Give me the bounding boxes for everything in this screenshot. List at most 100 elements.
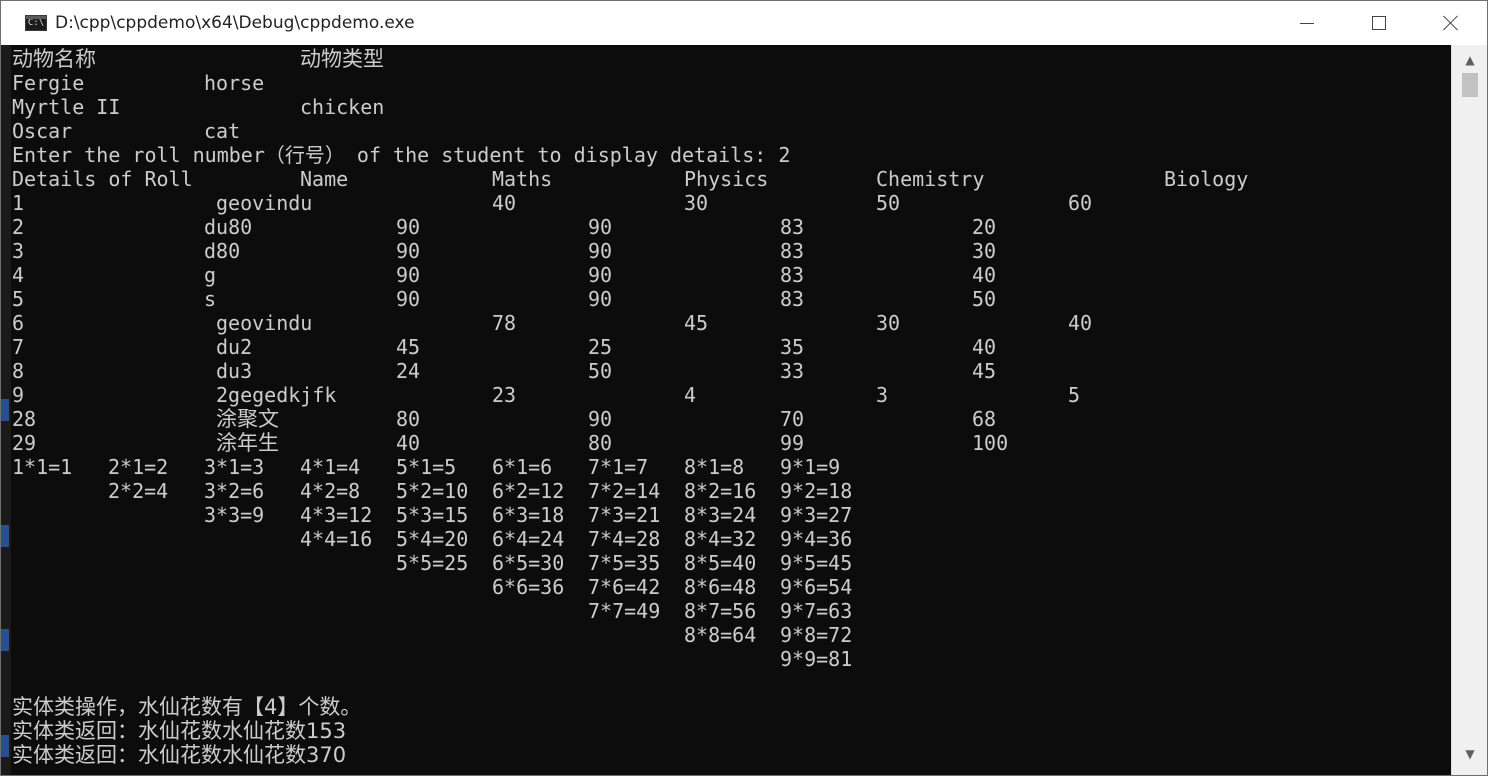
console-window: C:\ D:\cpp\cppdemo\x64\Debug\cppdemo.exe… — [0, 0, 1488, 776]
console-line: 5*5=25 6*5=30 7*5=35 8*5=40 9*5=45 — [1, 551, 1451, 575]
console-text: 9*7=63 — [780, 599, 853, 623]
vertical-scrollbar[interactable]: ▲ ▼ — [1451, 45, 1487, 775]
console-line: Oscar cat — [1, 119, 1451, 143]
console-text: 6*3=18 — [492, 503, 565, 527]
console-text: d80 — [204, 239, 241, 263]
console-text: 90 — [588, 407, 613, 431]
console-text: 9*1=9 — [780, 455, 841, 479]
console-text: du2 — [216, 335, 253, 359]
console-text: horse — [204, 71, 265, 95]
console-line: 4 g 90 90 83 40 — [1, 263, 1451, 287]
console-text: 3*1=3 — [204, 455, 265, 479]
console-line: 1*1=1 2*1=2 3*1=3 4*1=4 5*1=5 6*1=6 7*1=7 8*1=8… — [1, 455, 1451, 479]
console-text: 40 — [396, 431, 421, 455]
console-text: 2gegedkjfk — [216, 383, 337, 407]
console-line: 7 du2 45 25 35 40 — [1, 335, 1451, 359]
console-text: 24 — [396, 359, 421, 383]
console-text: g — [204, 263, 217, 287]
console-text: 80 — [396, 407, 421, 431]
console-text: 6 — [12, 311, 25, 335]
console-text: 6*1=6 — [492, 455, 553, 479]
console-text: 8*1=8 — [684, 455, 745, 479]
console-text: 40 — [972, 263, 997, 287]
minimize-button[interactable] — [1271, 1, 1343, 45]
console-text: 4 — [12, 263, 25, 287]
console-text: 30 — [972, 239, 997, 263]
console-line: 实体类操作，水仙花数有【4】个数。 — [1, 695, 1451, 719]
console-line: Enter the roll number（行号） of the student… — [1, 143, 1451, 167]
console-text: 9*5=45 — [780, 551, 853, 575]
console-text: 50 — [876, 191, 901, 215]
console-text: Myrtle II — [12, 95, 121, 119]
console-text: 3*3=9 — [204, 503, 265, 527]
scroll-down-icon[interactable]: ▼ — [1452, 743, 1487, 765]
console-text: 实体类操作，水仙花数有【4】个数。 — [12, 695, 362, 719]
title-bar[interactable]: C:\ D:\cpp\cppdemo\x64\Debug\cppdemo.exe — [1, 1, 1487, 45]
console-text: 7*6=42 — [588, 575, 661, 599]
console-text: 1 — [12, 191, 25, 215]
console-text: 8*5=40 — [684, 551, 757, 575]
console-text: 50 — [588, 359, 613, 383]
console-line: 5 s 90 90 83 50 — [1, 287, 1451, 311]
console-line: 9*9=81 — [1, 647, 1451, 671]
console-text: 40 — [1068, 311, 1093, 335]
console-text: 3 — [12, 239, 25, 263]
console-text: 90 — [396, 287, 421, 311]
console-text: Details of Roll — [12, 167, 193, 191]
console-text: 68 — [972, 407, 997, 431]
console-text: 7*3=21 — [588, 503, 661, 527]
console-line: 3*3=9 4*3=12 5*3=15 6*3=18 7*3=21 8*3=24 9*3=2… — [1, 503, 1451, 527]
console-line: 实体类返回：水仙花数水仙花数370 — [1, 743, 1451, 767]
console-text: 99 — [780, 431, 805, 455]
console-text: 3*2=6 — [204, 479, 265, 503]
console-text: 35 — [780, 335, 805, 359]
console-line: 8 du3 24 50 33 45 — [1, 359, 1451, 383]
console-text: 9 — [12, 383, 25, 407]
console-line: 实体类返回：水仙花数水仙花数153 — [1, 719, 1451, 743]
console-text: 1*1=1 — [12, 455, 73, 479]
console-text: 40 — [972, 335, 997, 359]
console-text: 涂聚文 — [216, 407, 279, 431]
console-text: 20 — [972, 215, 997, 239]
console-text: 90 — [588, 239, 613, 263]
console-text: 4*3=12 — [300, 503, 373, 527]
console-text: 6*4=24 — [492, 527, 565, 551]
scroll-up-icon[interactable]: ▲ — [1452, 49, 1487, 71]
minimize-icon — [1300, 22, 1314, 24]
console-text: 5 — [1068, 383, 1081, 407]
console-line: 2*2=4 3*2=6 4*2=8 5*2=10 6*2=12 7*2=14 8*2=16 9… — [1, 479, 1451, 503]
console-text: 40 — [492, 191, 517, 215]
console-line: Details of Roll Name Maths Physics Chemistry… — [1, 167, 1451, 191]
console-text: 2*2=4 — [108, 479, 169, 503]
console-text: 动物名称 — [12, 47, 96, 71]
console-text: 23 — [492, 383, 517, 407]
console-text: 60 — [1068, 191, 1093, 215]
console-text: 3 — [876, 383, 889, 407]
console-text: Maths — [492, 167, 553, 191]
console-text: 7*7=49 — [588, 599, 661, 623]
console-text: 实体类返回：水仙花数水仙花数153 — [12, 719, 347, 743]
console-text: 70 — [780, 407, 805, 431]
maximize-button[interactable] — [1343, 1, 1415, 45]
console-text: 实体类返回：水仙花数水仙花数370 — [12, 743, 347, 767]
console-text: 90 — [396, 239, 421, 263]
console-text: 7 — [12, 335, 25, 359]
console-line: Fergie horse — [1, 71, 1451, 95]
console-text: 8*3=24 — [684, 503, 757, 527]
console-text: 90 — [396, 263, 421, 287]
console-output[interactable]: 动物名称 动物类型 Fergie horse Myrtle II chicken Oscar… — [1, 45, 1451, 775]
maximize-icon — [1372, 16, 1386, 30]
close-icon — [1443, 15, 1459, 31]
close-button[interactable] — [1415, 1, 1487, 45]
console-text: Fergie — [12, 71, 85, 95]
console-text: Name — [300, 167, 349, 191]
console-text: 6*2=12 — [492, 479, 565, 503]
console-text: 29 — [12, 431, 37, 455]
console-text: 涂年生 — [216, 431, 279, 455]
scroll-thumb[interactable] — [1462, 73, 1478, 97]
console-text: 9*4=36 — [780, 527, 853, 551]
console-text: 45 — [684, 311, 709, 335]
console-text: 7*4=28 — [588, 527, 661, 551]
console-line: 动物名称 动物类型 — [1, 47, 1451, 71]
